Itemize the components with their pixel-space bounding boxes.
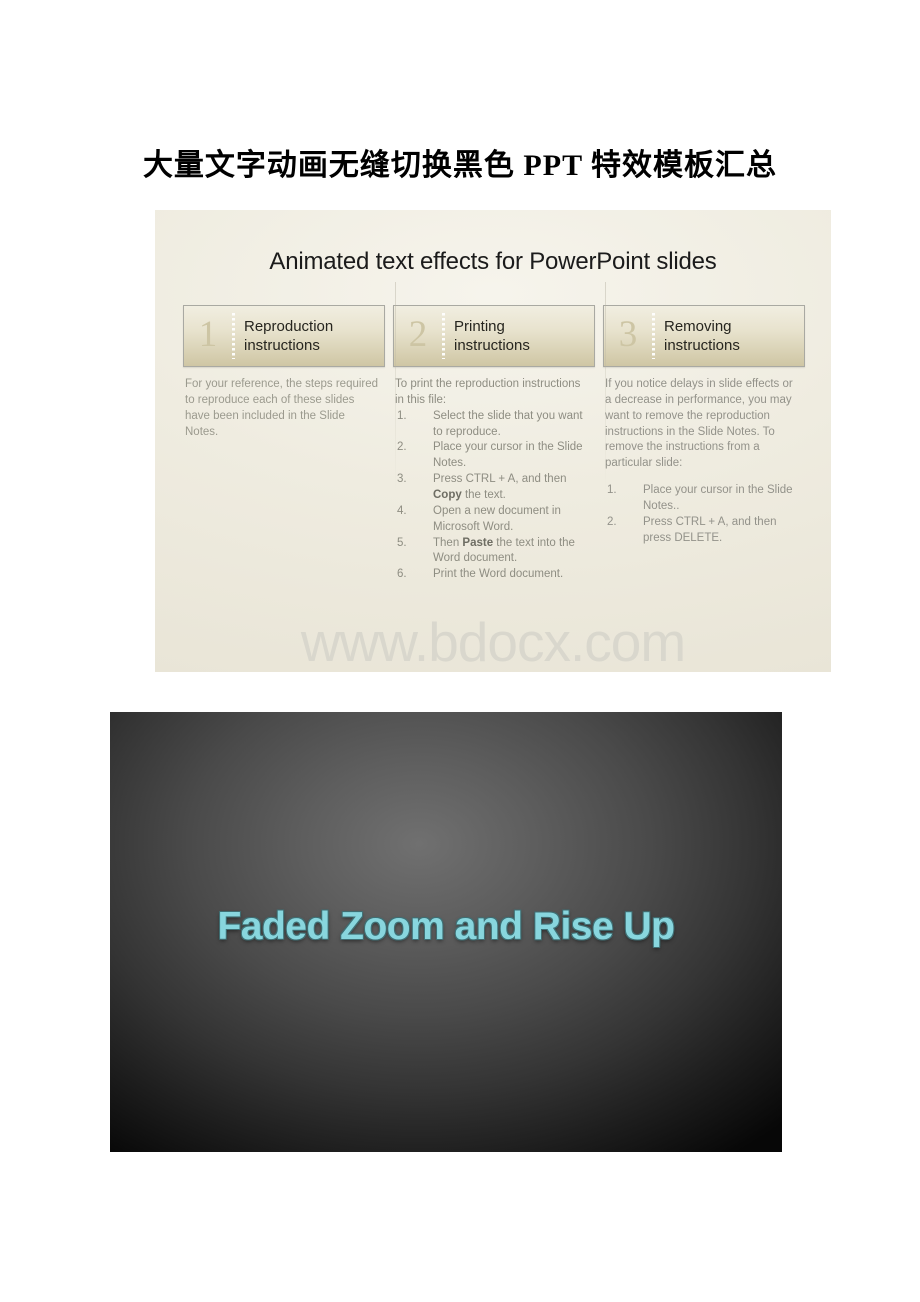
- column-title-1: Reproduction instructions: [244, 317, 333, 355]
- dotted-divider-icon: [232, 313, 235, 359]
- step-text: Print the Word document.: [433, 568, 564, 581]
- column-number-2: 2: [408, 314, 428, 355]
- column-title-2-line1: Printing: [454, 317, 505, 335]
- step-text: Press CTRL + A, and then press DELETE.: [643, 515, 777, 544]
- step-text: Open a new document in Microsoft Word.: [433, 504, 561, 533]
- step-item: 1. Place your cursor in the Slide Notes..: [605, 483, 801, 515]
- steps-list-removing: 1. Place your cursor in the Slide Notes..…: [605, 483, 801, 546]
- watermark: www.bdocx.com: [300, 611, 686, 672]
- step-marker: 1.: [397, 409, 407, 422]
- column-title-1-line1: Reproduction: [244, 317, 334, 335]
- column-body-1: For your reference, the steps required t…: [183, 375, 385, 440]
- step-text: Place your cursor in the Slide Notes.: [433, 441, 583, 470]
- column-title-2-line2: instructions: [454, 337, 530, 354]
- step-text: Select the slide that you want to reprod…: [433, 409, 583, 438]
- column-title-3: Removing instructions: [664, 317, 740, 355]
- step-marker: 5.: [397, 536, 407, 549]
- step-item: 2. Place your cursor in the Slide Notes.: [395, 440, 591, 472]
- step-marker: 2.: [607, 515, 617, 528]
- step-item: 6. Print the Word document.: [395, 567, 591, 583]
- slide-two-heading: Faded Zoom and Rise Up: [217, 905, 675, 948]
- slide-heading: Animated text effects for PowerPoint sli…: [269, 248, 717, 275]
- step-marker: 3.: [397, 473, 407, 486]
- step-marker: 1.: [607, 484, 617, 497]
- step-text: Place your cursor in the Slide Notes..: [643, 484, 793, 513]
- step-text: Press CTRL + A, and then Copy the text.: [433, 473, 567, 502]
- instruction-column-printing: 2 Printing instructions To print the rep…: [393, 305, 595, 583]
- figure-powerpoint-instructions-slide: Animated text effects for PowerPoint sli…: [155, 210, 831, 672]
- steps-list-printing: 1. Select the slide that you want to repr…: [395, 409, 591, 583]
- step-marker: 2.: [397, 441, 407, 454]
- column-title-3-line1: Removing: [664, 317, 732, 335]
- step-item: 1. Select the slide that you want to repr…: [395, 409, 591, 441]
- column-number-3: 3: [618, 314, 638, 355]
- column-title-2: Printing instructions: [454, 317, 530, 355]
- instruction-columns: 1 Reproduction instructions For your ref…: [183, 305, 805, 583]
- page-title: 大量文字动画无缝切换黑色 PPT 特效模板汇总: [142, 149, 778, 182]
- column-divider: [395, 282, 396, 492]
- dotted-divider-icon: [652, 313, 655, 359]
- column-body-2: To print the reproduction instructions i…: [393, 375, 595, 583]
- step-marker: 6.: [397, 568, 407, 581]
- column-intro-1: For your reference, the steps required t…: [185, 378, 379, 438]
- column-body-3: If you notice delays in slide effects or…: [603, 375, 805, 547]
- dotted-divider-icon: [442, 313, 445, 359]
- step-item: 3. Press CTRL + A, and then Copy the text…: [395, 472, 591, 504]
- step-text-emphasis: Paste: [462, 536, 494, 549]
- column-header-2: 2 Printing instructions: [393, 305, 595, 367]
- column-header-1: 1 Reproduction instructions: [183, 305, 385, 367]
- step-item: 2. Press CTRL + A, and then press DELETE.: [605, 515, 801, 547]
- column-title-3-line2: instructions: [664, 337, 740, 354]
- step-text-emphasis: Copy: [433, 489, 462, 502]
- column-title-1-line2: instructions: [244, 337, 320, 354]
- figure-dark-animated-slide: Faded Zoom and Rise Up: [110, 712, 782, 1152]
- instruction-column-reproduction: 1 Reproduction instructions For your ref…: [183, 305, 385, 583]
- column-header-3: 3 Removing instructions: [603, 305, 805, 367]
- step-text: Then Paste the text into the Word docume…: [433, 536, 575, 565]
- column-divider: [605, 282, 606, 492]
- step-item: 4. Open a new document in Microsoft Word.: [395, 504, 591, 536]
- column-number-1: 1: [198, 314, 218, 355]
- column-intro-3: If you notice delays in slide effects or…: [605, 378, 793, 470]
- column-intro-2: To print the reproduction instructions i…: [395, 378, 581, 406]
- instruction-column-removing: 3 Removing instructions If you notice de…: [603, 305, 805, 583]
- step-marker: 4.: [397, 504, 407, 517]
- step-item: 5. Then Paste the text into the Word docu…: [395, 536, 591, 568]
